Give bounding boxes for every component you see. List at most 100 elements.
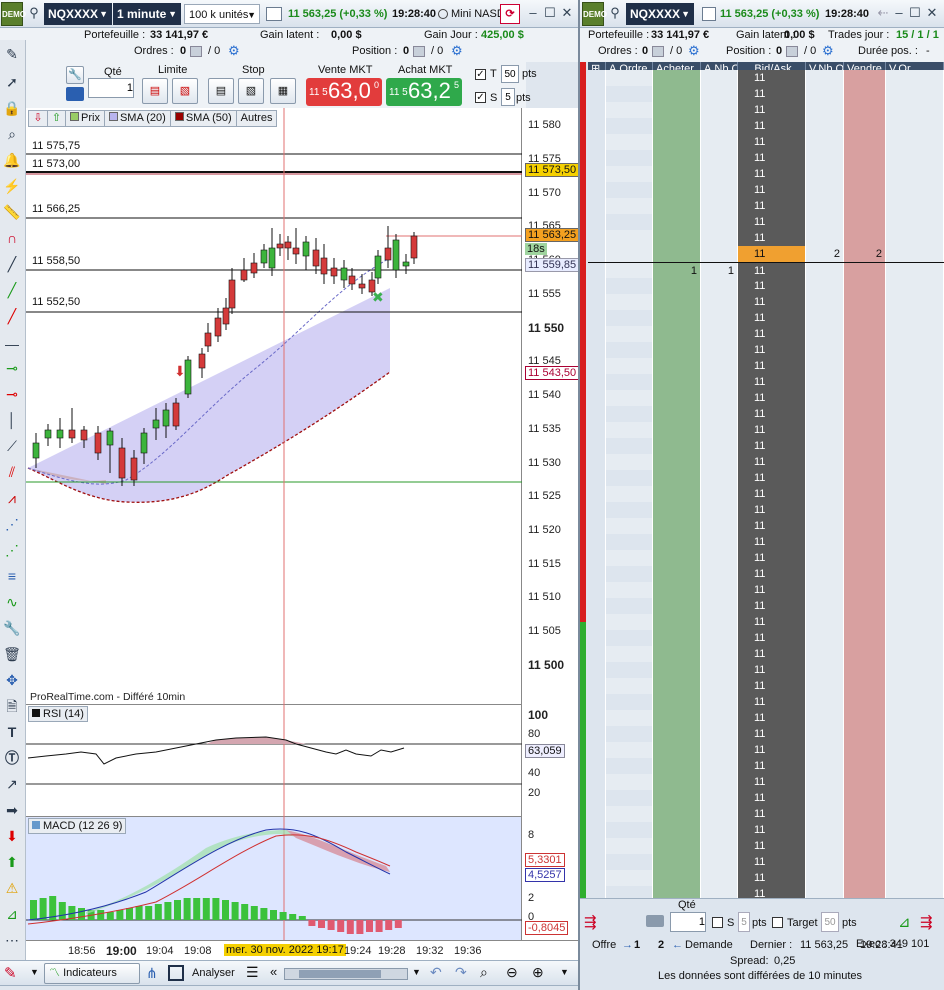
- price-cell[interactable]: 11 553,50: [738, 870, 806, 898]
- v-ordre-cell[interactable]: [886, 214, 944, 230]
- v-nb-o-cell[interactable]: [806, 182, 844, 198]
- polyline-icon[interactable]: ⟋: [0, 434, 24, 458]
- acheter-cell[interactable]: [653, 886, 701, 898]
- vendre-cell[interactable]: [844, 166, 886, 182]
- v-nb-o-cell[interactable]: [806, 550, 844, 566]
- v-nb-o-cell[interactable]: [806, 566, 844, 582]
- v-nb-o-cell[interactable]: [806, 646, 844, 662]
- price-cell[interactable]: 11 561,00: [738, 390, 806, 420]
- price-cell[interactable]: 11 554,25: [738, 822, 806, 852]
- v-ordre-cell[interactable]: [886, 470, 944, 486]
- bid-row[interactable]: 11 555,00: [588, 774, 944, 804]
- v-ordre-cell[interactable]: [886, 182, 944, 198]
- v-nb-o-cell[interactable]: [806, 582, 844, 598]
- a-ordre-cell[interactable]: [606, 214, 653, 230]
- v-nb-o-cell[interactable]: [806, 502, 844, 518]
- ask-row[interactable]: 11 565,50: [588, 102, 944, 132]
- vendre-cell[interactable]: [844, 294, 886, 310]
- zoom-icon[interactable]: ⌕: [0, 122, 24, 146]
- collapse-icon[interactable]: ⇩: [29, 111, 47, 126]
- vendre-cell[interactable]: [844, 214, 886, 230]
- ask-row[interactable]: 11 564,00: [588, 198, 944, 228]
- bid-row[interactable]: 11 561,00: [588, 390, 944, 420]
- price-cell[interactable]: 11 561,50: [738, 358, 806, 388]
- bid-row[interactable]: 11 557,50: [588, 614, 944, 644]
- acheter-cell[interactable]: [653, 598, 701, 614]
- a-ordre-cell[interactable]: [606, 150, 653, 166]
- bid-row[interactable]: 11 558,25: [588, 566, 944, 596]
- v-nb-o-cell[interactable]: [806, 326, 844, 342]
- bid-row[interactable]: 11 556,50: [588, 678, 944, 708]
- bid-row[interactable]: 11 555,50: [588, 742, 944, 772]
- bid-row[interactable]: 11 562,75: [588, 278, 944, 308]
- acheter-cell[interactable]: [653, 326, 701, 342]
- target-points-input[interactable]: [821, 912, 839, 932]
- a-nb-o-cell[interactable]: [701, 646, 738, 662]
- keyboard-icon[interactable]: [66, 87, 84, 101]
- acheter-cell[interactable]: [653, 742, 701, 758]
- close-icon[interactable]: ✕: [925, 2, 939, 24]
- instrument-select[interactable]: NQXXXX ▼: [44, 3, 112, 25]
- bid-row[interactable]: 11 558,00: [588, 582, 944, 612]
- ask-row[interactable]: 11 565,25: [588, 118, 944, 148]
- a-nb-o-cell[interactable]: [701, 310, 738, 326]
- v-nb-o-cell[interactable]: [806, 742, 844, 758]
- v-ordre-cell[interactable]: [886, 710, 944, 726]
- zoom-fit-icon[interactable]: ⌕: [480, 964, 488, 981]
- vendre-cell[interactable]: [844, 454, 886, 470]
- a-nb-o-cell[interactable]: [701, 118, 738, 134]
- a-nb-o-cell[interactable]: [701, 662, 738, 678]
- v-nb-o-cell[interactable]: [806, 822, 844, 838]
- v-ordre-cell[interactable]: [886, 198, 944, 214]
- v-nb-o-cell[interactable]: [806, 726, 844, 742]
- a-nb-o-cell[interactable]: [701, 342, 738, 358]
- price-cell[interactable]: 11 563,50: [738, 230, 806, 260]
- a-ordre-cell[interactable]: [606, 70, 653, 86]
- v-nb-o-cell[interactable]: [806, 870, 844, 886]
- a-nb-o-cell[interactable]: [701, 454, 738, 470]
- minimize-icon[interactable]: –: [892, 2, 906, 24]
- price-cell[interactable]: 11 554,75: [738, 790, 806, 820]
- doc-icon[interactable]: 🗎: [0, 694, 24, 718]
- share-icon[interactable]: ⋔: [146, 965, 158, 982]
- zoom-in-icon[interactable]: ⊕: [532, 964, 544, 981]
- ask-row[interactable]: 11 566,00: [588, 70, 944, 100]
- a-nb-o-cell[interactable]: [701, 422, 738, 438]
- a-nb-o-cell[interactable]: [701, 438, 738, 454]
- price-cell[interactable]: 11 554,50: [738, 806, 806, 836]
- v-ordre-cell[interactable]: [886, 263, 944, 279]
- ask-row[interactable]: 11 564,25: [588, 182, 944, 212]
- a-ordre-cell[interactable]: [606, 790, 653, 806]
- a-nb-o-cell[interactable]: [701, 710, 738, 726]
- bid-row[interactable]: 11 555,75: [588, 726, 944, 756]
- ask-row[interactable]: 11 563,50: [588, 230, 944, 260]
- a-ordre-cell[interactable]: [606, 342, 653, 358]
- vendre-cell[interactable]: [844, 438, 886, 454]
- acheter-cell[interactable]: [653, 150, 701, 166]
- bid-row[interactable]: 11 562,50: [588, 294, 944, 324]
- acheter-cell[interactable]: [653, 214, 701, 230]
- link-icon[interactable]: ⚲: [26, 2, 42, 24]
- v-ordre-cell[interactable]: [886, 662, 944, 678]
- fibo-levels-icon[interactable]: ≡: [0, 564, 24, 588]
- a-nb-o-cell[interactable]: [701, 246, 738, 262]
- instrument-select[interactable]: NQXXXX ▼: [626, 3, 694, 25]
- v-nb-o-cell[interactable]: 2: [806, 246, 844, 262]
- bid-row[interactable]: 11 555,25: [588, 758, 944, 788]
- orders-cancel-icon[interactable]: [652, 46, 664, 57]
- price-cell[interactable]: 11 555,75: [738, 726, 806, 756]
- gear-icon[interactable]: ⚙: [228, 43, 240, 59]
- price-cell[interactable]: 11 556,75: [738, 662, 806, 692]
- price-cell[interactable]: 11 556,00: [738, 710, 806, 740]
- vendre-cell[interactable]: [844, 774, 886, 790]
- price-cell[interactable]: 11 553,25: [738, 886, 806, 898]
- hline-icon[interactable]: —: [0, 332, 24, 356]
- a-ordre-cell[interactable]: [606, 198, 653, 214]
- ask-row[interactable]: 11 563,75: [588, 214, 944, 244]
- vendre-cell[interactable]: [844, 198, 886, 214]
- a-nb-o-cell[interactable]: [701, 806, 738, 822]
- v-nb-o-cell[interactable]: [806, 230, 844, 246]
- bid-row[interactable]: 11 559,00: [588, 518, 944, 548]
- trash-icon[interactable]: 🗑: [0, 642, 24, 666]
- acheter-cell[interactable]: [653, 550, 701, 566]
